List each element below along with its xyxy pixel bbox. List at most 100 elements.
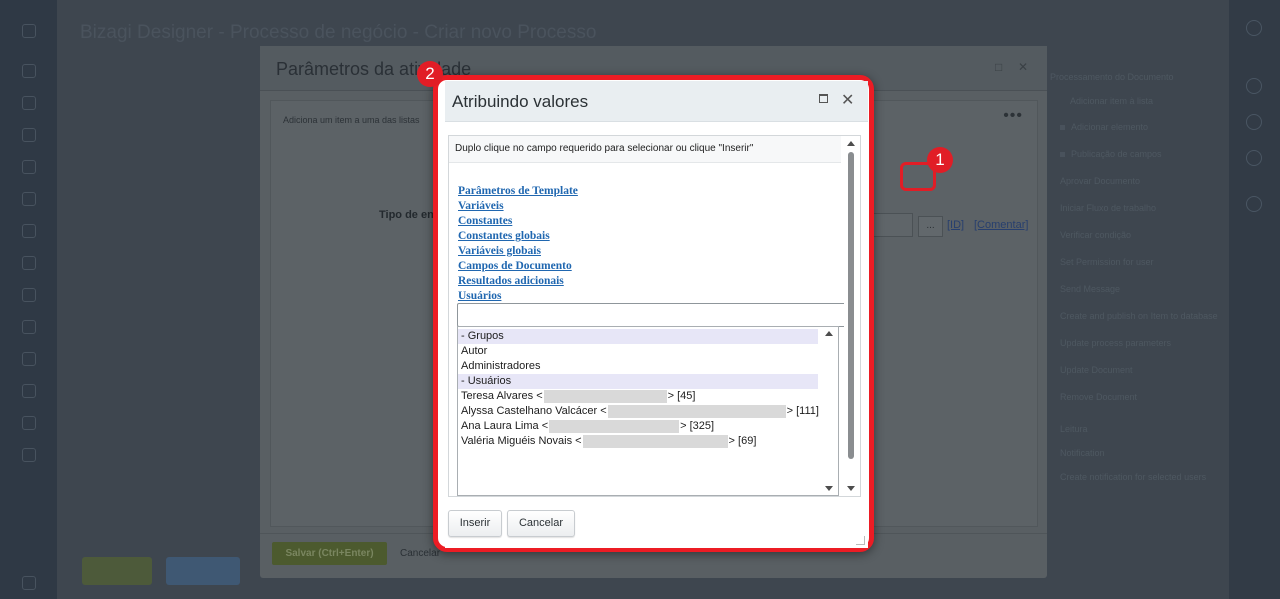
right-list-item: Verificar condição [1060,230,1132,240]
right-list-item: Adicionar elemento [1071,122,1149,132]
step-marker-2: 2 [417,61,443,87]
right-list-item: Remove Document [1060,392,1138,402]
sites-icon [22,352,36,366]
list-item-label: - Usuários [461,375,512,387]
category-link-constants[interactable]: Constantes [458,215,512,227]
params-id-link[interactable]: [ID] [947,219,964,231]
category-link-users[interactable]: Usuários [458,290,501,302]
shop-icon [22,384,36,398]
redacted-email [582,434,728,448]
chat-icon [22,96,36,110]
category-link-document-fields[interactable]: Campos de Documento [458,260,572,272]
right-list-item: Notification [1060,448,1105,458]
list-group-header: - Grupos [458,329,818,344]
home-icon [22,64,36,78]
cancel-button[interactable]: Cancelar [507,510,575,537]
list-item[interactable]: Autor [458,344,818,359]
scroll-down-icon[interactable] [847,486,855,491]
params-more-icon[interactable]: ••• [1003,107,1023,125]
app-left-sidebar [0,0,57,599]
scroll-up-icon[interactable] [847,141,855,146]
app-right-sidebar [1229,0,1280,599]
chat-bubble-icon [1246,196,1262,212]
dialog-title: Atribuindo valores [452,92,589,111]
list-item-label: - Grupos [461,330,504,342]
category-link-template-params[interactable]: Parâmetros de Template [458,185,578,197]
params-maximize-icon[interactable]: □ [995,60,1002,74]
users-listbox[interactable]: - Grupos Autor Administradores - Usuário… [457,326,839,496]
scroll-down-icon[interactable] [825,486,833,491]
params-field-label: Tipo de en [379,209,434,221]
user-icon [1246,78,1262,94]
redacted-email [543,389,667,403]
instruction-bar: Duplo clique no campo requerido para sel… [449,136,841,163]
list-item-label: Autor [461,345,488,357]
list-item[interactable]: Ana Laura Lima < > [325] [458,419,818,434]
insert-button[interactable]: Inserir [448,510,502,537]
params-dots-button[interactable]: ... [918,216,943,237]
list-item[interactable]: Teresa Alvares < > [45] [458,389,818,404]
user-search-input[interactable] [457,303,850,327]
params-description: Adiciona um item a uma das listas [283,115,420,125]
right-list-item: Send Message [1060,284,1121,294]
params-save-button[interactable]: Salvar (Ctrl+Enter) [272,542,387,565]
step-marker-1: 1 [927,147,953,173]
category-link-variables[interactable]: Variáveis [458,200,504,212]
right-list-item: Iniciar Fluxo de trabalho [1060,203,1157,213]
right-list-item: Aprovar Documento [1060,176,1141,186]
list-item-label: Ana Laura Lima < [461,420,549,432]
groups-icon [22,288,36,302]
right-list-item: Set Permission for user [1060,257,1154,267]
right-list-item: Adicionar item à lista [1070,96,1154,106]
apps-icon [1246,150,1262,166]
list-item-label: Alyssa Castelhano Valcácer < [461,405,607,417]
crm-icon [22,320,36,334]
content-scrollbar[interactable] [844,136,859,496]
tasks-icon [22,128,36,142]
list-item-label: Valéria Miguéis Novais < [461,435,582,447]
right-list-item: Update Document [1060,365,1133,375]
notifications-icon [1246,20,1262,36]
assign-values-dialog: Atribuindo valores ✕ Duplo clique no cam… [445,81,868,548]
scroll-up-icon[interactable] [825,331,833,336]
list-item[interactable]: Valéria Miguéis Novais < > [69] [458,434,818,449]
list-item[interactable]: Administradores [458,359,818,374]
dialog-header: Atribuindo valores ✕ [445,81,868,122]
app-title: Bizagi Designer - Processo de negócio - … [80,22,597,43]
list-item-label: Administradores [461,360,541,372]
dialog-content: Duplo clique no campo requerido para sel… [448,135,861,497]
right-list-item: Processamento do Documento [1050,72,1174,82]
right-list-item: Leitura [1060,424,1088,434]
automation-icon [22,416,36,430]
contacts-icon [22,256,36,270]
redacted-email [607,404,786,418]
params-close-icon[interactable]: ✕ [1018,60,1028,74]
resize-grip-icon[interactable] [856,536,865,545]
right-list-item: Publicação de campos [1071,149,1162,159]
category-link-additional-results[interactable]: Resultados adicionais [458,275,564,287]
list-item[interactable]: Alyssa Castelhano Valcácer < > [111] [458,404,819,419]
bg-save-button [82,557,152,585]
right-list-item: Update process parameters [1060,338,1172,348]
list-item-label: Teresa Alvares < [461,390,543,402]
settings-icon [22,448,36,462]
params-comment-link[interactable]: [Comentar] [974,219,1028,231]
maximize-icon[interactable] [819,94,828,103]
redacted-email [549,419,680,433]
category-link-global-variables[interactable]: Variáveis globais [458,245,541,257]
list-group-header: - Usuários [458,374,818,389]
instruction-text: Duplo clique no campo requerido para sel… [455,143,754,154]
list-item-suffix: > [45] [667,390,696,402]
right-list-item: Create notification for selected users [1060,472,1207,482]
close-icon[interactable]: ✕ [841,90,854,110]
menu-icon [22,24,36,38]
list-item-suffix: > [111] [786,405,819,417]
scrollbar-thumb[interactable] [848,152,854,459]
drive-icon [22,192,36,206]
list-item-suffix: > [69] [728,435,757,447]
category-link-global-constants[interactable]: Constantes globais [458,230,550,242]
star-icon [1246,114,1262,130]
list-scrollbar[interactable] [821,327,838,495]
bg-apply-button [166,557,240,585]
list-item-suffix: > [325] [680,420,715,432]
